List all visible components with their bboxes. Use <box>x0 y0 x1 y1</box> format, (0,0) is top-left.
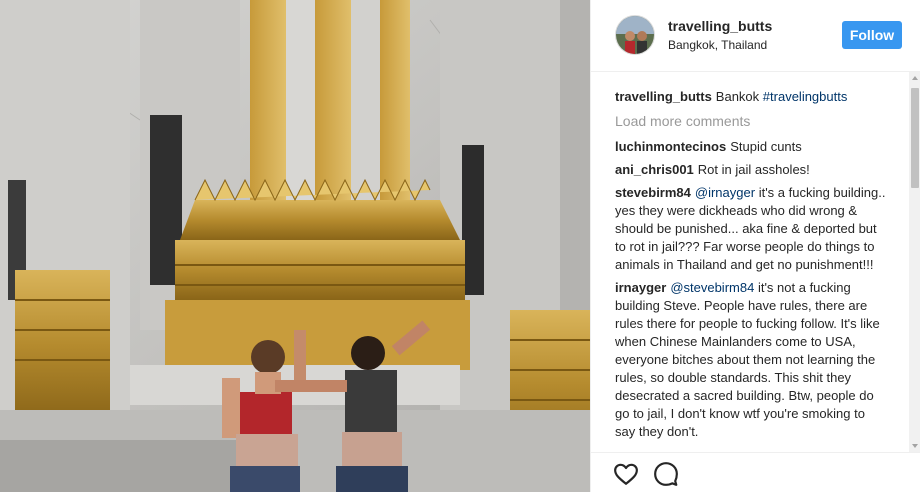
post-username[interactable]: travelling_butts <box>668 18 772 34</box>
comment-text: it's not a fucking building Steve. Peopl… <box>615 280 880 439</box>
avatar-image <box>616 16 654 54</box>
comment-item: irnayger @stevebirm84 it's not a fucking … <box>615 279 887 441</box>
scroll-down-arrow-icon[interactable] <box>909 440 920 452</box>
post-photo[interactable] <box>0 0 590 492</box>
comment-list: travelling_butts Bankok #travelingbutts L… <box>615 88 887 454</box>
comment-text: Rot in jail assholes! <box>697 162 810 177</box>
caption: travelling_butts Bankok #travelingbutts <box>615 88 887 106</box>
comment-username[interactable]: luchinmontecinos <box>615 139 726 154</box>
comment-item: ani_chris001 Rot in jail assholes! <box>615 161 887 179</box>
comment-item: stevebirm84 @irnayger it's a fucking buil… <box>615 184 887 274</box>
scrollbar-thumb[interactable] <box>911 88 919 188</box>
scroll-up-arrow-icon[interactable] <box>909 72 920 84</box>
post-header: travelling_butts Bangkok, Thailand Follo… <box>591 0 920 72</box>
post-location[interactable]: Bangkok, Thailand <box>668 38 767 52</box>
comment-mention[interactable]: @irnayger <box>695 185 755 200</box>
comment-username[interactable]: irnayger <box>615 280 666 295</box>
temple-photo-illustration <box>0 0 590 492</box>
comment-username[interactable]: ani_chris001 <box>615 162 694 177</box>
comment-username[interactable]: stevebirm84 <box>615 185 691 200</box>
avatar[interactable] <box>615 15 655 55</box>
comment-text: Stupid cunts <box>730 139 802 154</box>
post-sidebar: travelling_butts Bangkok, Thailand Follo… <box>590 0 920 492</box>
comment-item: luchinmontecinos Stupid cunts <box>615 138 887 156</box>
post-actions-bar <box>591 452 920 492</box>
comments-scrollbar[interactable] <box>909 72 920 452</box>
follow-button[interactable]: Follow <box>842 21 902 49</box>
caption-hashtag[interactable]: #travelingbutts <box>763 89 848 104</box>
caption-username[interactable]: travelling_butts <box>615 89 712 104</box>
load-more-comments-link[interactable]: Load more comments <box>615 112 887 130</box>
heart-icon[interactable] <box>613 461 639 487</box>
comment-mention[interactable]: @stevebirm84 <box>670 280 754 295</box>
caption-text: Bankok <box>715 89 760 104</box>
speech-bubble-icon[interactable] <box>653 461 679 487</box>
